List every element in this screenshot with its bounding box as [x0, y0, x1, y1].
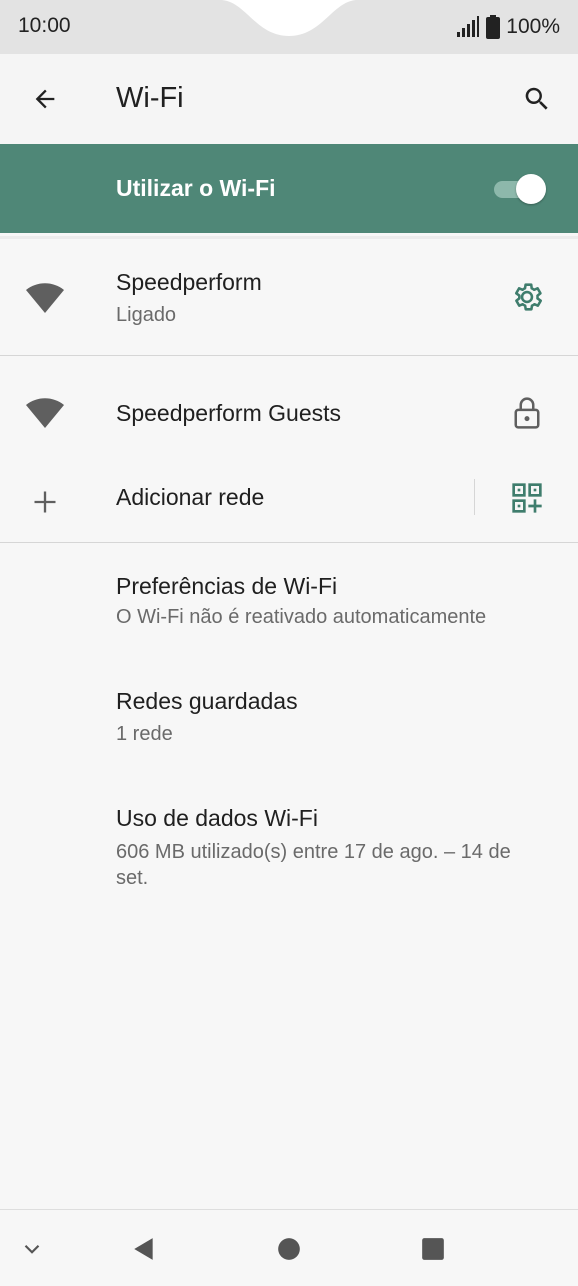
plus-icon: [22, 479, 68, 525]
gear-icon: [514, 283, 543, 311]
arrow-back-icon: [35, 89, 55, 109]
cell-signal-icon: [457, 16, 480, 37]
search-button[interactable]: [514, 76, 560, 122]
system-nav-bar: [0, 1209, 578, 1286]
wifi-toggle-label: Utilizar o Wi-Fi: [116, 175, 276, 201]
nav-back-button[interactable]: [121, 1226, 167, 1272]
wifi-preferences-item[interactable]: Preferências de Wi-Fi O Wi-Fi não é reat…: [0, 543, 578, 653]
setting-subtitle: 1 rede: [116, 723, 173, 745]
triangle-back-icon: [134, 1238, 153, 1260]
chevron-down-icon: [24, 1244, 40, 1254]
search-icon: [525, 87, 548, 110]
switch-thumb: [516, 174, 546, 204]
add-network-label: Adicionar rede: [116, 484, 265, 510]
app-bar: Wi-Fi: [0, 54, 578, 144]
wifi-signal-icon: [22, 275, 68, 321]
wifi-signal-icon: [22, 390, 68, 436]
nav-home-button[interactable]: [266, 1226, 312, 1272]
page-title: Wi-Fi: [116, 82, 184, 114]
setting-title: Redes guardadas: [116, 688, 298, 714]
vertical-divider: [474, 479, 475, 515]
status-bar: 10:00 100%: [0, 0, 578, 54]
network-status: Ligado: [116, 304, 177, 326]
setting-subtitle: O Wi-Fi não é reativado automaticamente: [116, 606, 487, 628]
wifi-toggle-row[interactable]: Utilizar o Wi-Fi: [0, 144, 578, 233]
qr-code-add-icon: [512, 483, 542, 513]
setting-title: Uso de dados Wi-Fi: [116, 805, 318, 831]
wifi-content: Speedperform Ligado Speedperform Guests: [0, 233, 578, 1209]
saved-networks-item[interactable]: Redes guardadas 1 rede: [0, 653, 578, 769]
network-item-available[interactable]: Speedperform Guests: [0, 356, 578, 470]
nav-recents-button[interactable]: [410, 1226, 456, 1272]
network-lock: [504, 390, 550, 436]
battery-icon: [486, 15, 501, 39]
square-recents-icon: [422, 1238, 444, 1260]
setting-subtitle: 606 MB utilizado(s) entre 17 de ago. – 1…: [116, 841, 511, 889]
add-network-row[interactable]: Adicionar rede: [0, 470, 578, 542]
battery-percent: 100%: [506, 15, 560, 38]
network-ssid: Speedperform: [116, 269, 262, 295]
network-item-connected[interactable]: Speedperform Ligado: [0, 239, 578, 355]
status-icons: 100%: [456, 13, 560, 41]
back-button[interactable]: [22, 76, 68, 122]
status-time: 10:00: [18, 14, 71, 37]
setting-title: Preferências de Wi-Fi: [116, 573, 338, 599]
scan-qr-button[interactable]: [504, 475, 550, 521]
circle-home-icon: [278, 1238, 300, 1260]
network-ssid: Speedperform Guests: [116, 400, 342, 426]
lock-icon: [514, 397, 540, 429]
wifi-switch[interactable]: [494, 172, 550, 206]
nav-collapse-button[interactable]: [9, 1226, 55, 1272]
camera-notch: [222, 0, 356, 36]
wifi-data-usage-item[interactable]: Uso de dados Wi-Fi 606 MB utilizado(s) e…: [0, 769, 578, 899]
network-settings-button[interactable]: [504, 274, 550, 320]
